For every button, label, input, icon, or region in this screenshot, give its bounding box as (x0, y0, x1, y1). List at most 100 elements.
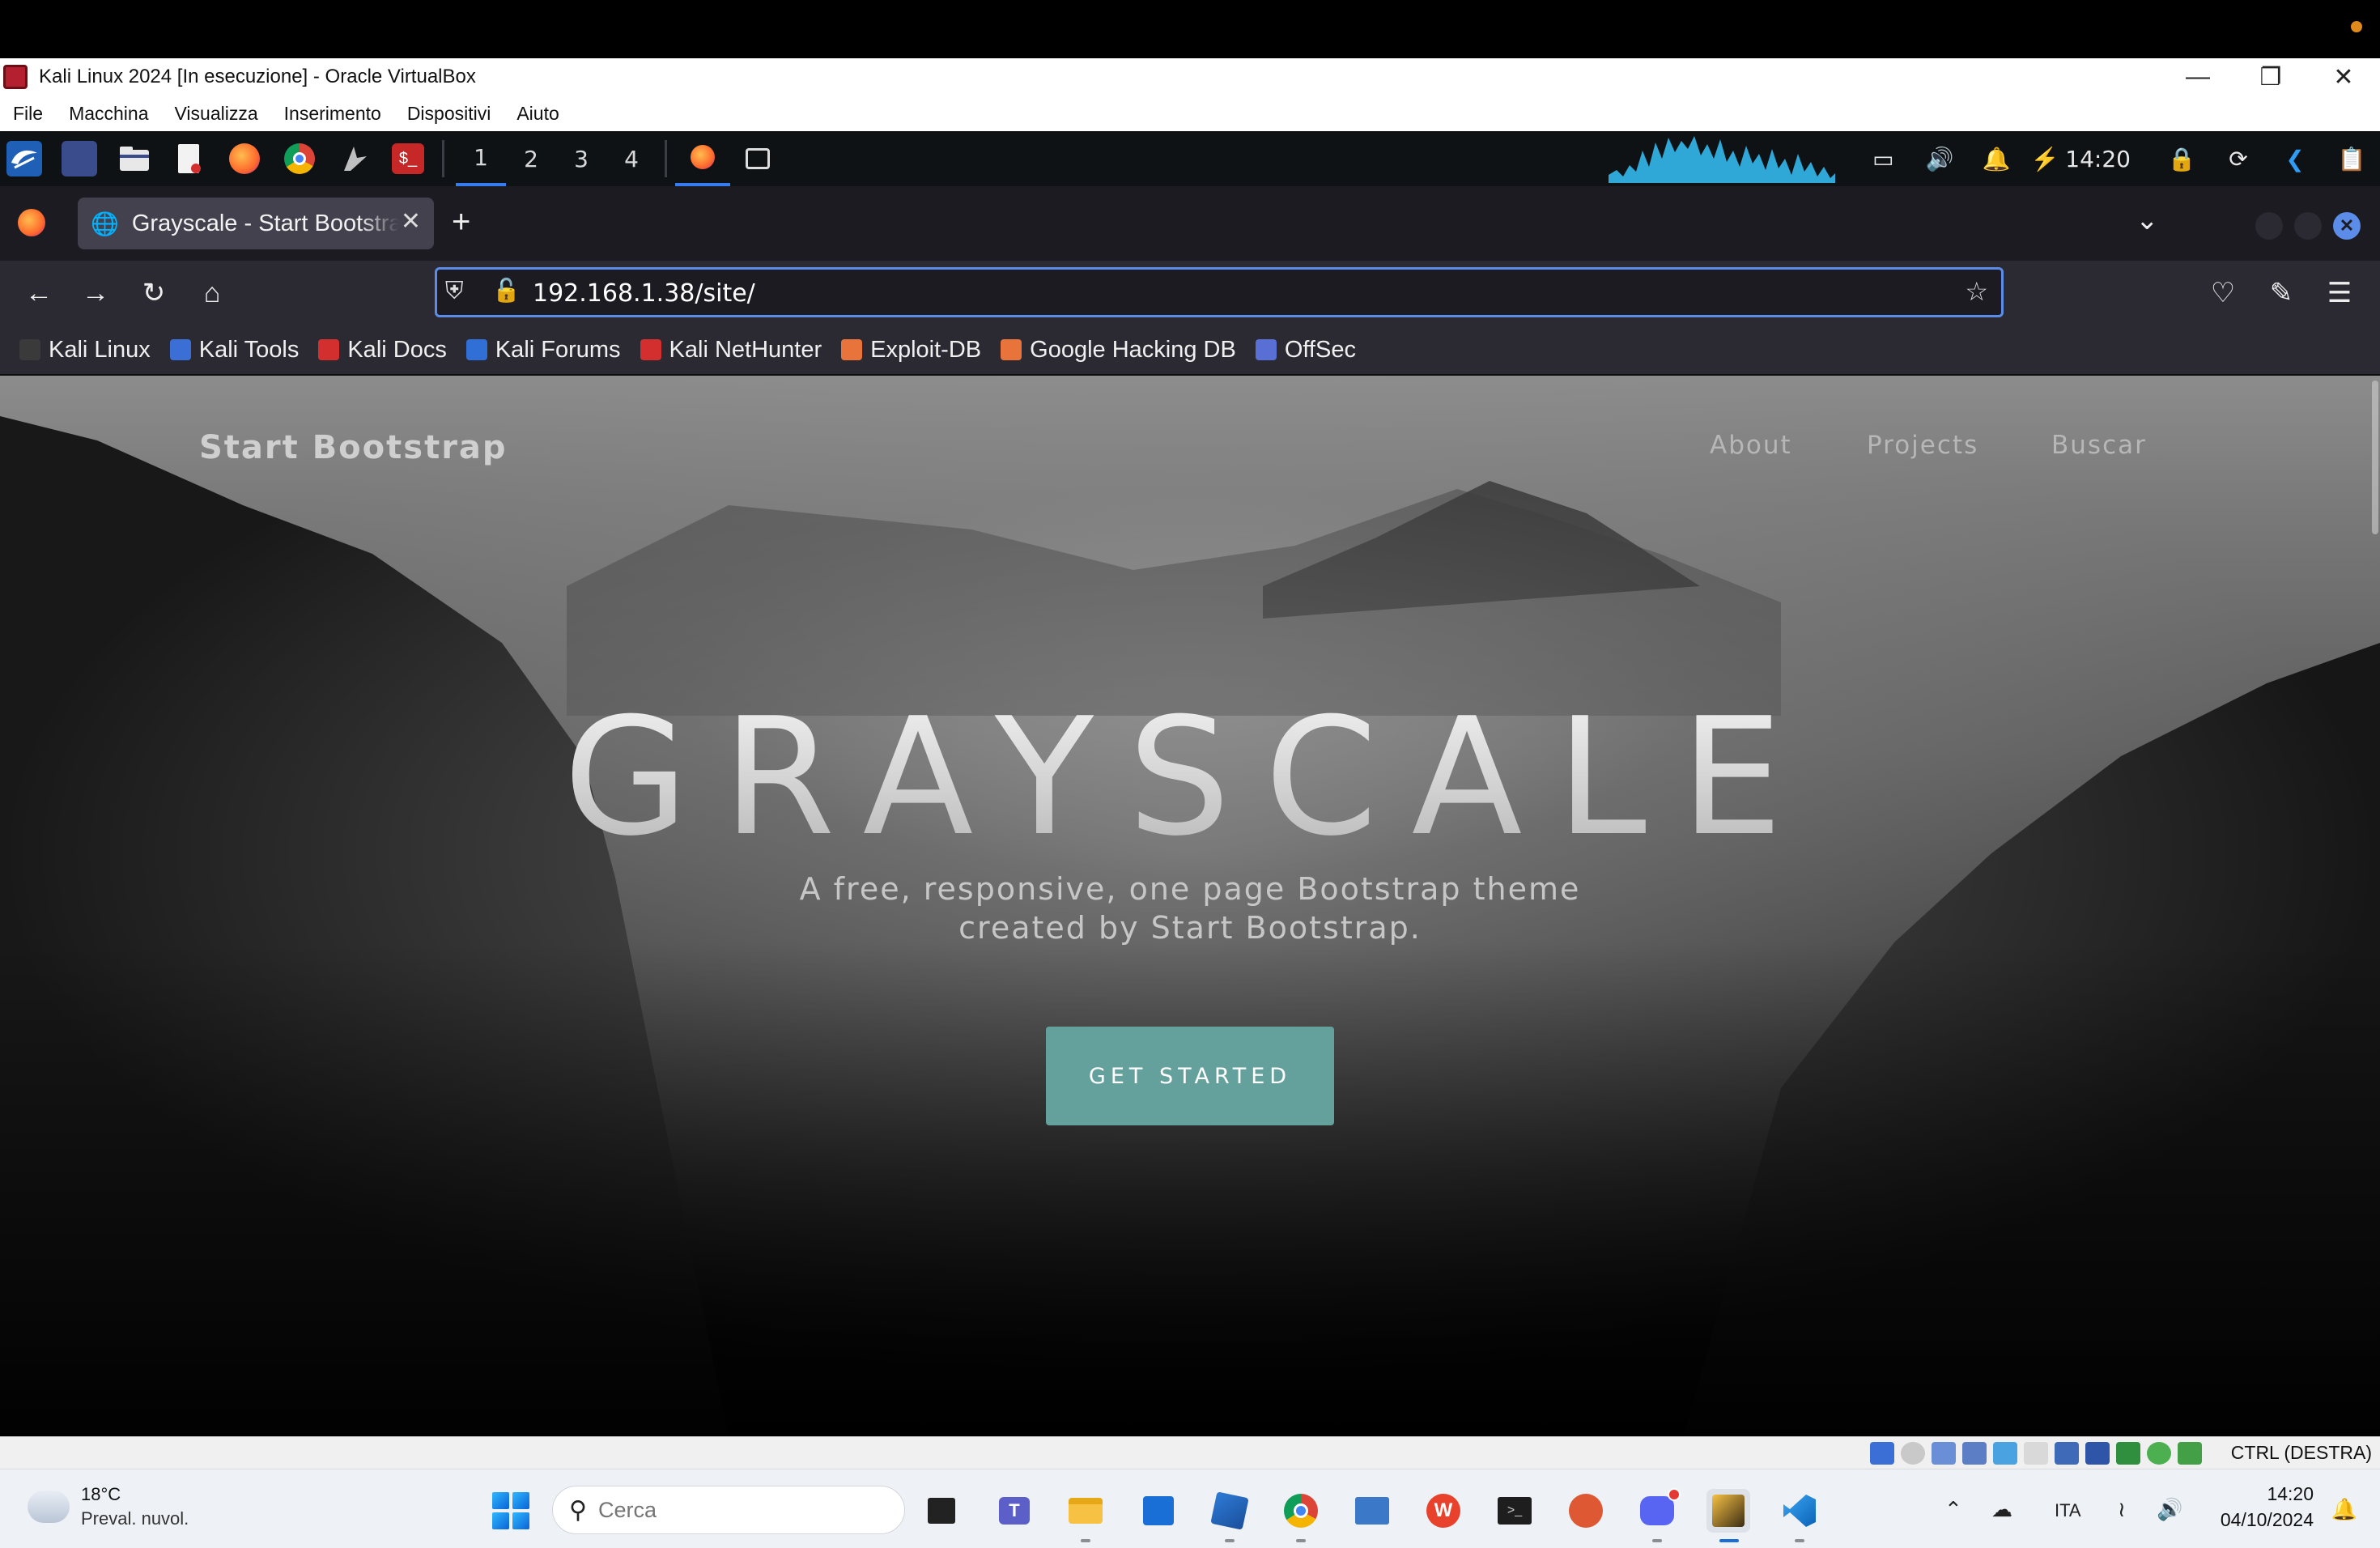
clipboard-icon[interactable]: 📋 (2323, 131, 2380, 186)
cpu-activity-icon[interactable] (2116, 1442, 2140, 1465)
bookmark-item[interactable]: Exploit-DB (841, 330, 981, 370)
menu-file[interactable]: File (13, 103, 43, 125)
workspace-2[interactable]: 2 (506, 131, 556, 186)
browser-minimize-button[interactable] (2255, 212, 2283, 240)
menu-aiuto[interactable]: Aiuto (516, 103, 559, 125)
bookmark-item[interactable]: OffSec (1255, 330, 1356, 370)
text-editor-icon[interactable] (172, 141, 207, 176)
bookmark-item[interactable]: Kali Tools (169, 330, 299, 370)
system-clock[interactable]: 14:20 04/10/2024 (2221, 1481, 2314, 1533)
teams-icon[interactable]: T (992, 1489, 1036, 1533)
wps-office-icon[interactable]: W (1422, 1489, 1465, 1533)
optical-drive-icon[interactable] (1901, 1442, 1925, 1465)
workspace-1[interactable]: 1 (456, 131, 506, 186)
browser-maximize-button[interactable] (2294, 212, 2322, 240)
get-started-button[interactable]: GET STARTED (1046, 1027, 1334, 1125)
reload-button[interactable]: ↻ (136, 275, 172, 311)
guest-additions-icon[interactable] (2147, 1442, 2171, 1465)
file-explorer-icon[interactable] (1064, 1489, 1107, 1533)
new-tab-button[interactable]: + (452, 204, 470, 240)
bookmark-item[interactable]: Kali Docs (318, 330, 447, 370)
onedrive-offline-icon[interactable]: ☁ (1991, 1497, 2012, 1522)
logout-icon[interactable]: ⟳ (2210, 131, 2267, 186)
vscode-icon[interactable]: ❮ (2267, 131, 2323, 186)
workspace-3[interactable]: 3 (556, 131, 606, 186)
taskbar-firefox-window[interactable] (675, 131, 730, 186)
bookmark-item[interactable]: Kali Linux (19, 330, 151, 370)
close-tab-icon[interactable]: ✕ (401, 207, 421, 236)
nav-about[interactable]: About (1710, 431, 1792, 460)
show-desktop-icon[interactable] (62, 141, 97, 176)
recording-status-icon[interactable] (2085, 1442, 2110, 1465)
network-icon[interactable] (1962, 1442, 1987, 1465)
notification-bell-icon[interactable]: 🔔 (2331, 1497, 2357, 1522)
remote-desktop-icon[interactable] (1350, 1489, 1394, 1533)
display-icon[interactable]: ▭ (1855, 131, 1911, 186)
hamburger-menu-icon[interactable]: ☰ (2322, 275, 2357, 311)
duckduckgo-icon[interactable] (1564, 1489, 1608, 1533)
home-button[interactable]: ⌂ (194, 275, 230, 311)
pocket-icon[interactable]: ♡ (2205, 275, 2241, 311)
mouse-integration-icon[interactable] (2178, 1442, 2202, 1465)
back-button[interactable]: ← (21, 275, 57, 311)
minimize-button[interactable]: — (2161, 58, 2234, 96)
notifications-icon[interactable]: 🔔 (1968, 131, 2025, 186)
extensions-icon[interactable]: ✎ (2263, 275, 2299, 311)
nav-projects[interactable]: Projects (1867, 431, 1978, 460)
chrome-launcher-icon[interactable] (282, 141, 317, 176)
bookmark-item[interactable]: Google Hacking DB (1001, 330, 1236, 370)
file-manager-icon[interactable] (117, 141, 152, 176)
hard-disk-icon[interactable] (1870, 1442, 1894, 1465)
vscode-taskbar-icon[interactable] (1778, 1489, 1821, 1533)
microsoft-store-icon[interactable] (1137, 1489, 1180, 1533)
discord-icon[interactable] (1635, 1488, 1681, 1533)
taskbar-search[interactable]: ⚲ (552, 1486, 905, 1534)
tab-grayscale[interactable]: 🌐 Grayscale - Start Bootstrap ✕ (78, 198, 434, 249)
show-hidden-icons-chevron-icon[interactable]: ⌃ (1944, 1497, 1962, 1522)
browser-close-button[interactable]: ✕ (2333, 212, 2361, 240)
firefox-view-icon[interactable] (18, 209, 45, 236)
windows-start-icon[interactable] (492, 1492, 529, 1529)
forward-button[interactable]: → (78, 275, 113, 311)
restore-button[interactable]: ❐ (2234, 58, 2307, 96)
list-tabs-chevron-icon[interactable]: ⌄ (2136, 204, 2159, 236)
menu-inserimento[interactable]: Inserimento (284, 103, 381, 125)
kali-menu-icon[interactable] (6, 141, 42, 176)
site-brand[interactable]: Start Bootstrap (199, 429, 508, 466)
volume-icon[interactable]: 🔊 (1911, 131, 1968, 186)
display-status-icon[interactable] (2055, 1442, 2079, 1465)
tracking-protection-shield-icon[interactable]: ⛨ (445, 278, 464, 305)
panel-clock[interactable]: 14:20 (2065, 146, 2131, 172)
workspace-4[interactable]: 4 (606, 131, 657, 186)
audio-icon[interactable] (1932, 1442, 1956, 1465)
input-language[interactable]: ITA (2055, 1500, 2081, 1521)
firefox-launcher-icon[interactable] (227, 141, 262, 176)
menu-macchina[interactable]: Macchina (69, 103, 148, 125)
terminal-launcher-icon[interactable]: $_ (392, 143, 424, 174)
bookmark-item[interactable]: Kali Forums (465, 330, 621, 370)
menu-visualizza[interactable]: Visualizza (175, 103, 258, 125)
task-view-icon[interactable] (920, 1489, 963, 1533)
nav-buscar[interactable]: Buscar (2051, 431, 2147, 460)
terminal-taskbar-icon[interactable]: >_ (1493, 1489, 1536, 1533)
lock-screen-icon[interactable]: 🔒 (2153, 131, 2210, 186)
burp-suite-icon[interactable] (337, 141, 372, 176)
close-window-button[interactable]: ✕ (2307, 58, 2380, 96)
usb-icon[interactable] (1993, 1442, 2017, 1465)
shared-folders-icon[interactable] (2024, 1442, 2048, 1465)
insecure-lock-icon[interactable]: 🔓 (492, 277, 521, 304)
speaker-icon[interactable]: 🔊 (2157, 1497, 2182, 1522)
url-input[interactable] (533, 278, 1828, 308)
bookmark-star-icon[interactable]: ☆ (1965, 276, 1988, 307)
address-bar[interactable]: ⛨ 🔓 ☆ (435, 267, 2004, 317)
search-input[interactable] (597, 1497, 873, 1523)
wifi-icon[interactable]: ≀ (2118, 1497, 2126, 1522)
menu-dispositivi[interactable]: Dispositivi (407, 103, 491, 125)
bookmark-item[interactable]: Kali NetHunter (640, 330, 822, 370)
taskbar-terminal-window[interactable] (730, 131, 785, 186)
weather-widget[interactable]: 18°C Preval. nuvol. (23, 1482, 189, 1529)
kali-vm-taskbar-icon[interactable] (1706, 1489, 1750, 1533)
page-scrollbar[interactable] (2372, 381, 2378, 534)
chrome-taskbar-icon[interactable] (1279, 1489, 1323, 1533)
virtualbox-manager-icon[interactable] (1208, 1489, 1252, 1533)
